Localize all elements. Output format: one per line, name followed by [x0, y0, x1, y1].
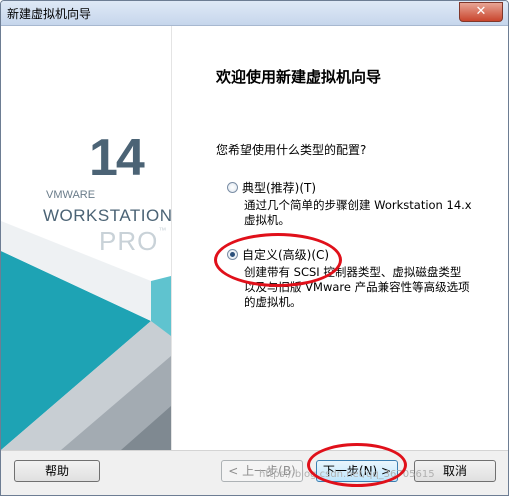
trademark-mark: ™ [158, 226, 168, 235]
brand-company: VMWARE [46, 189, 96, 201]
close-icon: ✕ [475, 4, 487, 19]
config-question: 您希望使用什么类型的配置? [216, 143, 367, 157]
title-bar[interactable]: 新建虚拟机向导 ✕ [1, 1, 508, 26]
annotation-circle-next [307, 443, 407, 487]
option-typical[interactable]: 典型(推荐)(T) [227, 179, 316, 196]
help-button[interactable]: 帮助 [14, 460, 100, 482]
brand-edition: PRO™ [99, 226, 168, 256]
radio-typical[interactable] [227, 182, 238, 193]
close-button[interactable]: ✕ [459, 2, 503, 22]
annotation-circle-custom [214, 233, 342, 287]
desc-line: 通过几个简单的步骤创建 Workstation 14.x [244, 198, 472, 212]
wizard-window: 新建虚拟机向导 ✕ 14 VMWARE WORKSTATION PRO™ 欢迎使… [0, 0, 509, 496]
desc-line: 的虚拟机。 [244, 295, 302, 309]
option-typical-desc: 通过几个简单的步骤创建 Workstation 14.x 虚拟机。 [244, 198, 494, 228]
option-typical-label[interactable]: 典型(推荐)(T) [242, 179, 316, 196]
page-title: 欢迎使用新建虚拟机向导 [216, 68, 382, 86]
desc-line: 虚拟机。 [244, 213, 290, 227]
brand-panel: 14 VMWARE WORKSTATION PRO™ [1, 26, 171, 450]
panel-divider [171, 26, 172, 450]
brand-version: 14 [89, 129, 145, 187]
window-title: 新建虚拟机向导 [7, 7, 92, 21]
brand-product: WORKSTATION [43, 206, 171, 225]
